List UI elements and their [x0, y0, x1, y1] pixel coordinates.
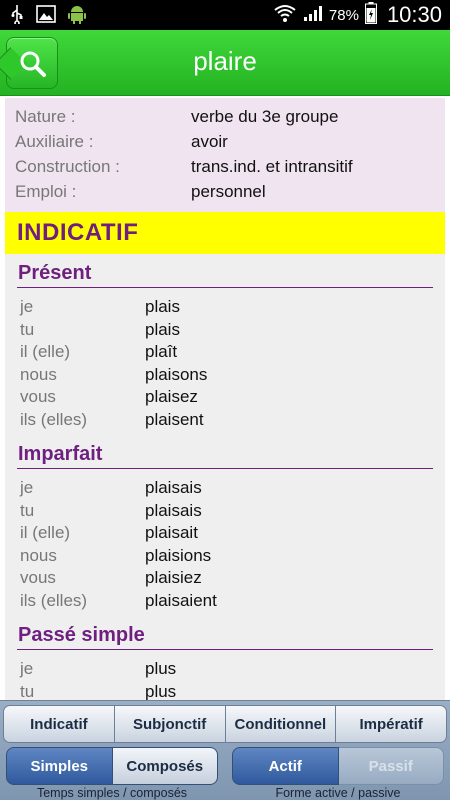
- conjugation-row: vous plaisiez: [17, 567, 433, 590]
- tab-subjonctif[interactable]: Subjonctif: [114, 705, 226, 743]
- pronoun: je: [20, 297, 34, 317]
- pronoun: ils (elles): [20, 409, 88, 429]
- image-icon: [36, 5, 56, 28]
- pronoun: je: [20, 659, 34, 679]
- app-header: plaire: [0, 30, 450, 96]
- info-label: Auxiliaire :: [15, 131, 94, 151]
- tense-present: Présent je plais tu plais il (elle) plaît n…: [5, 254, 445, 435]
- clock: 10:30: [386, 2, 442, 27]
- status-bar: 78% 10:30: [0, 0, 450, 30]
- verb-form: plaisaient: [145, 590, 217, 610]
- info-label: Nature :: [15, 106, 76, 126]
- simples-button[interactable]: Simples: [6, 747, 113, 785]
- wifi-icon: [273, 3, 297, 28]
- conjugation-content[interactable]: Nature : verbe du 3e groupe Auxiliaire :…: [5, 98, 445, 700]
- info-value: verbe du 3e groupe: [191, 106, 339, 126]
- tense-type-caption: Temps simples / composés: [36, 786, 188, 800]
- info-value: trans.ind. et intransitif: [191, 156, 353, 176]
- verb-form: plaisiez: [145, 568, 202, 588]
- pronoun: tu: [20, 319, 35, 339]
- pronoun: vous: [20, 387, 56, 407]
- pronoun: tu: [20, 500, 35, 520]
- android-icon: [68, 4, 86, 29]
- pronoun: je: [20, 478, 34, 498]
- verb-form: plais: [145, 297, 180, 317]
- conjugation-row: je plaisais: [17, 477, 433, 500]
- verb-form: plaisais: [145, 478, 202, 498]
- pronoun: tu: [20, 681, 35, 700]
- tense-title: Passé simple: [17, 616, 433, 650]
- info-row-nature: Nature : verbe du 3e groupe: [15, 104, 435, 129]
- conjugation-row: nous plaisons: [17, 364, 433, 387]
- actif-button[interactable]: Actif: [232, 747, 339, 785]
- bottom-toolbar: Indicatif Subjonctif Conditionnel Impéra…: [0, 700, 450, 800]
- conjugation-list: je plaisais tu plaisais il (elle) plaisait …: [17, 469, 433, 616]
- tab-indicatif[interactable]: Indicatif: [3, 705, 115, 743]
- verb-form: plus: [145, 659, 177, 679]
- info-row-construction: Construction : trans.ind. et intransitif: [15, 154, 435, 179]
- info-label: Emploi :: [15, 181, 77, 201]
- conjugation-row: tu plais: [17, 319, 433, 342]
- conjugation-row: il (elle) plaît: [17, 341, 433, 364]
- signal-icon: [303, 4, 323, 27]
- conjugation-list: je plais tu plais il (elle) plaît nous plais…: [17, 288, 433, 435]
- pronoun: nous: [20, 364, 57, 384]
- conjugation-row: je plais: [17, 296, 433, 319]
- tab-imperatif[interactable]: Impératif: [336, 705, 447, 743]
- verb-form: plaisais: [145, 500, 202, 520]
- mode-tabs: Indicatif Subjonctif Conditionnel Impéra…: [3, 705, 447, 743]
- composes-button[interactable]: Composés: [112, 747, 218, 785]
- pronoun: il (elle): [20, 523, 71, 543]
- battery-percent: 78%: [328, 6, 359, 24]
- verb-info-panel: Nature : verbe du 3e groupe Auxiliaire :…: [5, 98, 445, 212]
- verb-form: plaisent: [145, 409, 204, 429]
- conjugation-row: tu plaisais: [17, 500, 433, 523]
- pronoun: nous: [20, 545, 57, 565]
- info-row-auxiliaire: Auxiliaire : avoir: [15, 129, 435, 154]
- verb-form: plaît: [145, 342, 178, 362]
- conjugation-row: il (elle) plaisait: [17, 522, 433, 545]
- tense-title: Présent: [17, 254, 433, 288]
- verb-form: plaisions: [145, 545, 212, 565]
- pronoun: ils (elles): [20, 590, 88, 610]
- verb-form: plaisait: [145, 523, 198, 543]
- passif-button[interactable]: Passif: [338, 747, 444, 785]
- conjugation-row: nous plaisions: [17, 545, 433, 568]
- tense-title: Imparfait: [17, 435, 433, 469]
- conjugation-list: je plus tu plus: [17, 650, 433, 700]
- mode-title: INDICATIF: [17, 219, 139, 246]
- tense-imparfait: Imparfait je plaisais tu plaisais il (elle…: [5, 435, 445, 616]
- tab-conditionnel[interactable]: Conditionnel: [225, 705, 337, 743]
- conjugation-row: je plus: [17, 658, 433, 681]
- mode-banner: INDICATIF: [5, 212, 445, 254]
- info-row-emploi: Emploi : personnel: [15, 179, 435, 204]
- voice-caption: Forme active / passive: [275, 786, 401, 800]
- usb-icon: [10, 4, 24, 29]
- conjugation-row: vous plaisez: [17, 386, 433, 409]
- verb-form: plais: [145, 319, 180, 339]
- voice-toggle: Actif Passif: [232, 747, 444, 785]
- verb-form: plaisons: [145, 364, 208, 384]
- battery-icon: [364, 1, 377, 29]
- tense-type-toggle: Simples Composés: [6, 747, 218, 785]
- pronoun: vous: [20, 568, 56, 588]
- conjugation-row: tu plus: [17, 681, 433, 700]
- info-value: avoir: [191, 131, 228, 151]
- verb-title: plaire: [193, 46, 257, 76]
- conjugation-row: ils (elles) plaisaient: [17, 590, 433, 613]
- pronoun: il (elle): [20, 342, 71, 362]
- conjugation-row: ils (elles) plaisent: [17, 409, 433, 432]
- info-value: personnel: [191, 181, 266, 201]
- verb-form: plus: [145, 681, 177, 700]
- info-label: Construction :: [15, 156, 120, 176]
- verb-form: plaisez: [145, 387, 198, 407]
- tense-passe-simple: Passé simple je plus tu plus: [5, 616, 445, 700]
